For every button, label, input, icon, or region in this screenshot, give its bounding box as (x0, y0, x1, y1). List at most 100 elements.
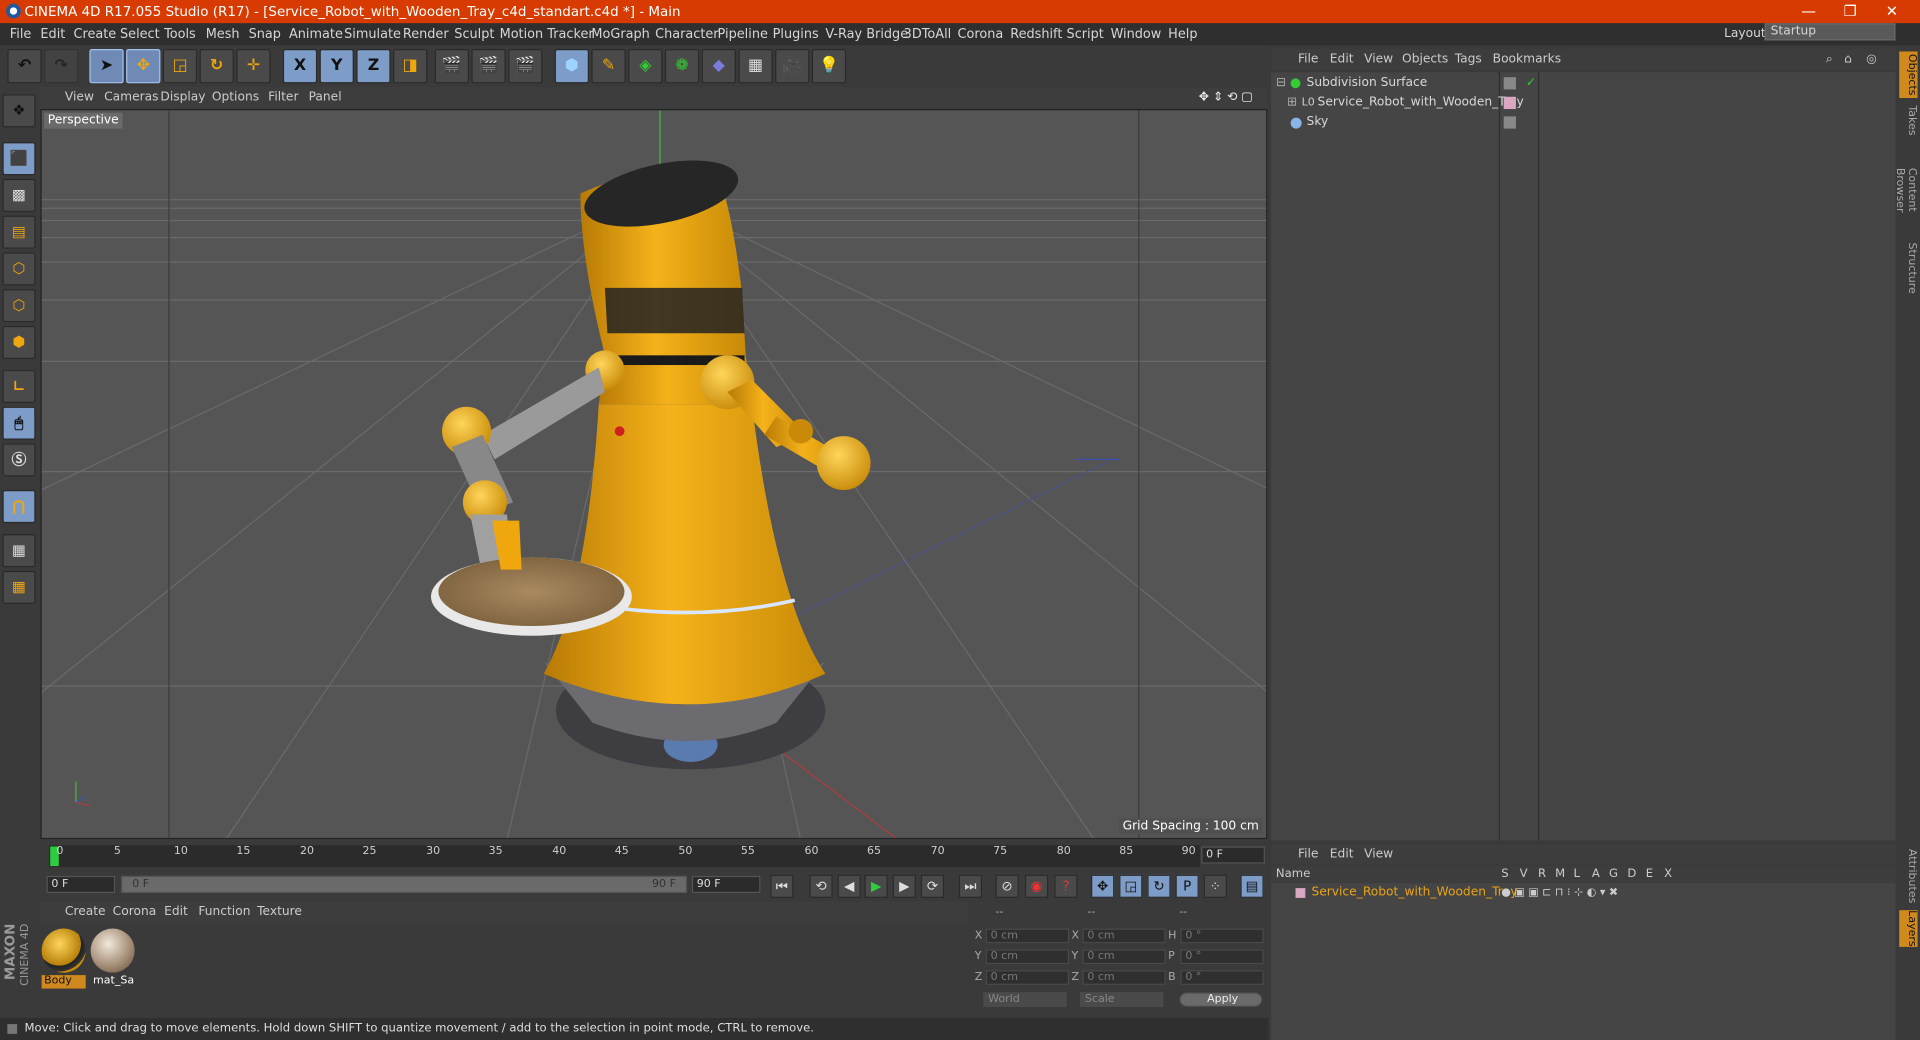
om-menu-view[interactable]: View (1364, 49, 1393, 70)
scale-tool-button[interactable]: ◲ (162, 49, 198, 84)
timeline-window-button[interactable]: ▤ (1240, 874, 1264, 898)
coord-pos-z-field[interactable]: 0 cm (985, 970, 1069, 985)
timeline-ruler[interactable]: 0 5 10 15 20 25 30 35 40 45 50 55 60 65 … (48, 845, 1201, 868)
coord-rot-b-field[interactable]: 0 ° (1180, 970, 1264, 985)
om-settings-icon[interactable]: ◎ (1866, 49, 1877, 70)
layer-menu-edit[interactable]: Edit (1330, 844, 1354, 865)
layer-col-xref[interactable]: X (1664, 866, 1672, 883)
coord-size-mode-select[interactable]: Scale (1080, 992, 1164, 1007)
viewport-camera-label[interactable]: Perspective (44, 112, 123, 129)
layer-col-deformers[interactable]: D (1627, 866, 1636, 883)
menu-redshift[interactable]: Redshift (1010, 23, 1062, 45)
key-rotation-button[interactable]: ↻ (1147, 874, 1171, 898)
coord-pos-x-field[interactable]: 0 cm (985, 928, 1069, 944)
layer-color-icon[interactable] (1295, 888, 1306, 898)
go-to-start-button[interactable]: ⏮ (770, 874, 794, 898)
cube-primitive-button[interactable]: ⬢ (554, 49, 589, 84)
menu-corona[interactable]: Corona (958, 23, 1004, 45)
layer-col-locked[interactable]: L (1573, 866, 1579, 883)
material-menu-corona[interactable]: Corona (113, 902, 157, 924)
close-button[interactable]: ✕ (1864, 0, 1920, 23)
viewport-menu-filter[interactable]: Filter (268, 87, 298, 109)
layer-flag-icons[interactable]: ● ▣ ▣ ⊏ ⊓ ⁝ ⊹ ◐ ▾ ✖ (1501, 883, 1618, 903)
move-tool-button[interactable]: ✥ (126, 49, 161, 84)
enabled-checkmark-icon[interactable]: ✓ (1526, 74, 1536, 94)
make-editable-button[interactable]: ❖ (2, 94, 36, 128)
snap-button[interactable]: Ⓢ (2, 443, 36, 477)
menu-animate[interactable]: Animate (289, 23, 343, 45)
om-search-icon[interactable]: ⌕ (1826, 49, 1833, 70)
subdivision-generator-button[interactable]: ◈ (628, 49, 663, 84)
render-settings-button[interactable]: 🎬 (508, 49, 543, 84)
material-menu-function[interactable]: Function (198, 902, 250, 924)
key-parameter-button[interactable]: P (1175, 874, 1199, 898)
menu-3dtoall[interactable]: 3DToAll (904, 23, 952, 45)
coord-apply-button[interactable]: Apply (1179, 992, 1263, 1007)
tab-structure[interactable]: Structure (1899, 240, 1917, 296)
coord-rot-p-field[interactable]: 0 ° (1180, 949, 1264, 965)
viewport-menu-display[interactable]: Display (160, 87, 205, 109)
collapse-icon[interactable]: ⊟ (1276, 74, 1286, 94)
viewport-navigation-icons[interactable]: ✥ ⇕ ⟲ ▢ (1199, 87, 1253, 109)
model-mode-button[interactable]: ⬛ (2, 142, 36, 176)
layer-row[interactable]: Service_Robot_with_Wooden_Tray ● ▣ ▣ ⊏ ⊓… (1271, 883, 1895, 903)
layer-col-render[interactable]: R (1538, 866, 1546, 883)
object-row-subdivision[interactable]: ⊟ Subdivision Surface ✓ (1271, 74, 1895, 94)
key-pla-button[interactable]: ⁘ (1203, 874, 1227, 898)
menu-character[interactable]: Character (655, 23, 718, 45)
z-axis-button[interactable]: Z (356, 49, 391, 84)
visibility-dots-icon[interactable] (1503, 77, 1516, 90)
coord-size-y-field[interactable]: 0 cm (1082, 949, 1166, 965)
keyframe-selection-button[interactable]: ? (1054, 874, 1078, 898)
coord-space-select[interactable]: World (983, 992, 1067, 1007)
max-frame-field[interactable]: 90 F (691, 875, 761, 894)
key-scale-button[interactable]: ◲ (1119, 874, 1143, 898)
live-selection-button[interactable]: ➤ (89, 49, 124, 84)
om-menu-tags[interactable]: Tags (1455, 49, 1482, 70)
layer-col-manager[interactable]: M (1555, 866, 1565, 883)
min-frame-field[interactable]: 0 F (46, 875, 116, 894)
menu-sculpt[interactable]: Sculpt (454, 23, 494, 45)
menu-mograph[interactable]: MoGraph (591, 23, 649, 45)
menu-file[interactable]: File (10, 23, 32, 45)
material-menu-texture[interactable]: Texture (257, 902, 302, 924)
key-position-button[interactable]: ✥ (1091, 874, 1115, 898)
layer-col-generators[interactable]: G (1609, 866, 1618, 883)
recent-tool-button[interactable]: ✛ (236, 49, 271, 84)
next-frame-button[interactable]: ▶ (892, 874, 916, 898)
coord-size-x-field[interactable]: 0 cm (1082, 928, 1166, 944)
layout-select[interactable]: Startup (1764, 23, 1896, 41)
rotate-tool-button[interactable]: ↻ (199, 49, 234, 84)
material-body-swatch[interactable] (41, 928, 86, 973)
polygons-mode-button[interactable]: ⬢ (2, 325, 36, 359)
edges-mode-button[interactable]: ⬡ (2, 289, 36, 323)
om-menu-objects[interactable]: Objects (1402, 49, 1448, 70)
enable-axis-button[interactable]: ∟ (2, 369, 36, 404)
menu-mesh[interactable]: Mesh (206, 23, 240, 45)
spline-pen-button[interactable]: ✎ (591, 49, 626, 84)
layer-col-expressions[interactable]: E (1646, 866, 1653, 883)
viewport-menu-options[interactable]: Options (212, 87, 259, 109)
tab-attributes[interactable]: Attributes (1899, 845, 1917, 906)
menu-create[interactable]: Create (73, 23, 116, 45)
redo-button[interactable]: ↷ (44, 49, 79, 84)
render-view-button[interactable]: 🎬 (434, 49, 469, 84)
tab-objects[interactable]: Objects (1899, 51, 1918, 98)
material-menu-edit[interactable]: Edit (164, 902, 188, 924)
tab-content-browser[interactable]: Content Browser (1893, 145, 1917, 236)
current-frame-field[interactable]: 0 F (1201, 846, 1265, 864)
viewport-menu-cameras[interactable]: Cameras (104, 87, 158, 109)
menu-help[interactable]: Help (1168, 23, 1197, 45)
menu-pipeline[interactable]: Pipeline (718, 23, 768, 45)
tab-layers[interactable]: Layers (1899, 910, 1918, 947)
menu-script[interactable]: Script (1067, 23, 1104, 45)
preview-range-slider[interactable]: 0 F 90 F (121, 875, 687, 894)
layer-menu-file[interactable]: File (1298, 844, 1318, 865)
texture-mode-button[interactable]: ▩ (2, 178, 36, 212)
menu-snap[interactable]: Snap (249, 23, 281, 45)
layer-col-view[interactable]: V (1520, 866, 1528, 883)
undo-button[interactable]: ↶ (7, 49, 42, 84)
layer-color-icon[interactable] (1503, 96, 1516, 110)
autokey-button[interactable]: ◉ (1024, 874, 1049, 898)
material-sal-swatch[interactable] (90, 928, 135, 973)
